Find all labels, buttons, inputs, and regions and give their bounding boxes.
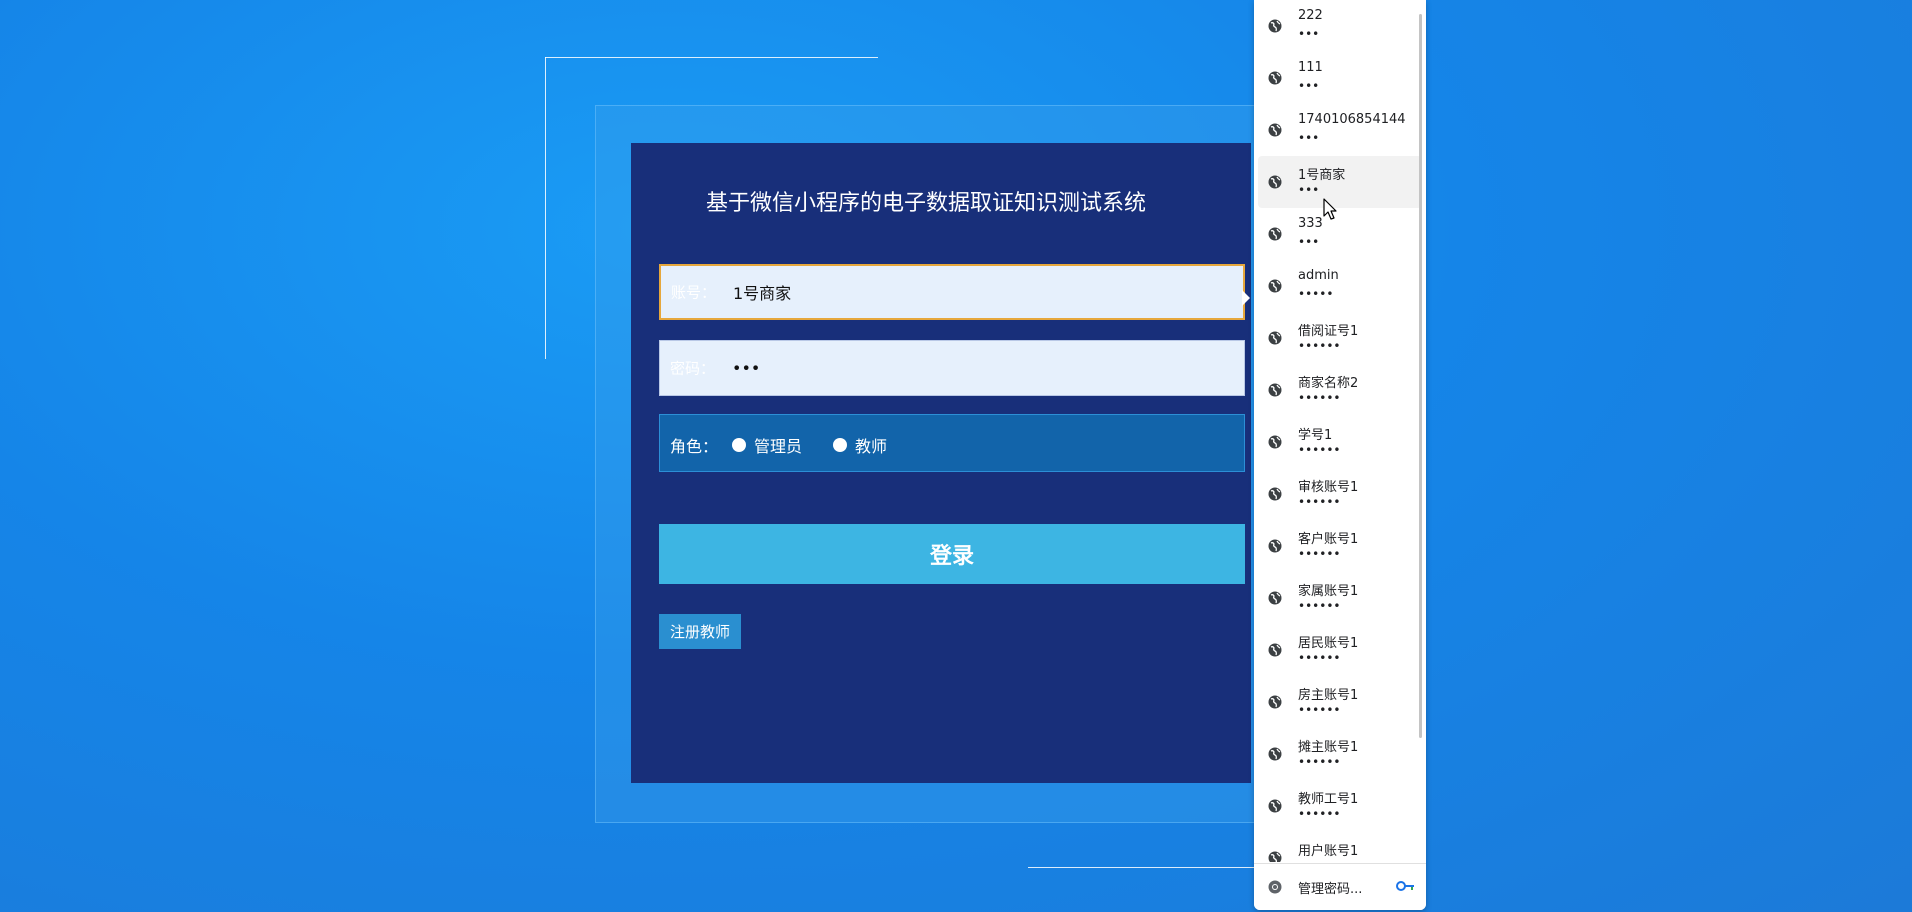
key-icon [1396, 881, 1414, 891]
saved-password-item[interactable]: 客户账号1 •••••• [1254, 520, 1426, 572]
saved-username: 摊主账号1 [1298, 740, 1359, 755]
saved-password-mask: •••••• [1298, 859, 1340, 862]
saved-password-mask: •••••• [1298, 391, 1341, 405]
saved-username: 333 [1298, 216, 1323, 231]
saved-passwords-list: 222 ••• 111 ••• 1740106854144 ••• 1号商家 ••• 333 ••… [1254, 0, 1426, 862]
saved-username: 222 [1298, 8, 1323, 23]
role-option-label: 教师 [855, 437, 888, 456]
saved-password-mask: •••••• [1298, 755, 1341, 769]
manage-passwords-label: 管理密码... [1298, 882, 1363, 897]
saved-password-mask: ••• [1298, 235, 1320, 249]
saved-password-item[interactable]: admin ••••• [1254, 260, 1426, 312]
password-field[interactable]: 密码： ••• [659, 340, 1245, 396]
saved-password-item[interactable]: 居民账号1 •••••• [1254, 624, 1426, 676]
globe-icon [1268, 487, 1282, 501]
saved-password-mask: ••• [1298, 79, 1320, 93]
globe-icon [1268, 383, 1282, 397]
popup-caret [1242, 290, 1250, 306]
saved-password-mask: ••••• [1298, 287, 1334, 301]
saved-password-mask: •••••• [1298, 495, 1341, 509]
saved-passwords-popup: 222 ••• 111 ••• 1740106854144 ••• 1号商家 ••• 333 ••… [1254, 0, 1426, 910]
saved-username: 教师工号1 [1298, 792, 1359, 807]
saved-username: 商家名称2 [1298, 376, 1359, 391]
username-input[interactable]: 1号商家 [733, 280, 791, 304]
saved-username: 111 [1298, 60, 1323, 75]
saved-username: 借阅证号1 [1298, 324, 1359, 339]
globe-icon [1268, 279, 1282, 293]
role-radio-teacher[interactable]: 教师 [833, 433, 887, 457]
globe-icon [1268, 539, 1282, 553]
decorative-line-bottom [1028, 867, 1254, 868]
saved-username: 1号商家 [1298, 168, 1346, 183]
username-field[interactable]: 账号： 1号商家 [659, 264, 1245, 320]
role-radio-admin[interactable]: 管理员 [732, 433, 802, 457]
globe-icon [1268, 331, 1282, 345]
saved-password-mask: •••••• [1298, 703, 1341, 717]
register-teacher-button[interactable]: 注册教师 [659, 614, 742, 649]
role-selector: 角色： 管理员 教师 [659, 414, 1245, 472]
globe-icon [1268, 747, 1282, 761]
saved-password-mask: •••••• [1298, 339, 1341, 353]
saved-username: 客户账号1 [1298, 532, 1359, 547]
saved-password-item[interactable]: 333 ••• [1254, 208, 1426, 260]
saved-password-item[interactable]: 222 ••• [1254, 0, 1426, 52]
saved-password-mask: •••••• [1298, 443, 1341, 457]
saved-username: 学号1 [1298, 428, 1333, 443]
globe-icon [1268, 227, 1282, 241]
saved-password-item[interactable]: 摊主账号1 •••••• [1254, 728, 1426, 780]
role-label: 角色： [670, 437, 719, 456]
username-label: 账号： [671, 283, 717, 302]
saved-password-item[interactable]: 审核账号1 •••••• [1254, 468, 1426, 520]
decorative-line-left [545, 57, 546, 359]
globe-icon [1268, 591, 1282, 605]
saved-password-item[interactable]: 1740106854144 ••• [1254, 104, 1426, 156]
saved-username: 居民账号1 [1298, 636, 1359, 651]
radio-circle-icon [732, 438, 746, 452]
saved-username: 家属账号1 [1298, 584, 1359, 599]
saved-password-mask: ••• [1298, 183, 1320, 197]
globe-icon [1268, 435, 1282, 449]
role-option-label: 管理员 [754, 437, 803, 456]
saved-username: 1740106854144 [1298, 112, 1406, 127]
saved-password-item[interactable]: 1号商家 ••• [1258, 156, 1422, 208]
login-panel: 基于微信小程序的电子数据取证知识测试系统 账号： 1号商家 密码： ••• 角色… [631, 143, 1251, 783]
scrollbar[interactable] [1419, 14, 1422, 738]
page-title: 基于微信小程序的电子数据取证知识测试系统 [705, 191, 1146, 216]
globe-icon [1268, 175, 1282, 189]
chrome-icon [1268, 880, 1282, 894]
login-button[interactable]: 登录 [659, 524, 1245, 584]
password-label: 密码： [670, 359, 716, 378]
saved-password-item[interactable]: 教师工号1 •••••• [1254, 780, 1426, 832]
globe-icon [1268, 19, 1282, 33]
saved-password-item[interactable]: 借阅证号1 •••••• [1254, 312, 1426, 364]
saved-password-item[interactable]: 111 ••• [1254, 52, 1426, 104]
saved-password-mask: •••••• [1298, 547, 1341, 561]
globe-icon [1268, 695, 1282, 709]
globe-icon [1268, 643, 1282, 657]
decorative-line-top [545, 57, 878, 58]
saved-password-mask: ••• [1298, 131, 1320, 145]
saved-password-item[interactable]: 用户账号1•••••• [1254, 832, 1426, 862]
manage-passwords-row[interactable]: 管理密码... [1254, 863, 1426, 910]
saved-password-mask: •••••• [1298, 807, 1341, 821]
saved-password-mask: •••••• [1298, 651, 1341, 665]
globe-icon [1268, 123, 1282, 137]
saved-username: admin [1298, 268, 1339, 283]
saved-username: 房主账号1 [1298, 688, 1359, 703]
saved-password-item[interactable]: 家属账号1 •••••• [1254, 572, 1426, 624]
globe-icon [1268, 851, 1282, 862]
radio-circle-icon [833, 438, 847, 452]
globe-icon [1268, 71, 1282, 85]
saved-password-item[interactable]: 商家名称2 •••••• [1254, 364, 1426, 416]
saved-password-item[interactable]: 房主账号1 •••••• [1254, 676, 1426, 728]
saved-password-item[interactable]: 学号1 •••••• [1254, 416, 1426, 468]
mouse-cursor-icon [1323, 198, 1337, 220]
globe-icon [1268, 799, 1282, 813]
saved-username: 用户账号1 [1298, 844, 1359, 859]
saved-password-mask: ••• [1298, 27, 1320, 41]
saved-username: 审核账号1 [1298, 480, 1359, 495]
saved-password-mask: •••••• [1298, 599, 1341, 613]
password-input[interactable]: ••• [732, 359, 760, 378]
